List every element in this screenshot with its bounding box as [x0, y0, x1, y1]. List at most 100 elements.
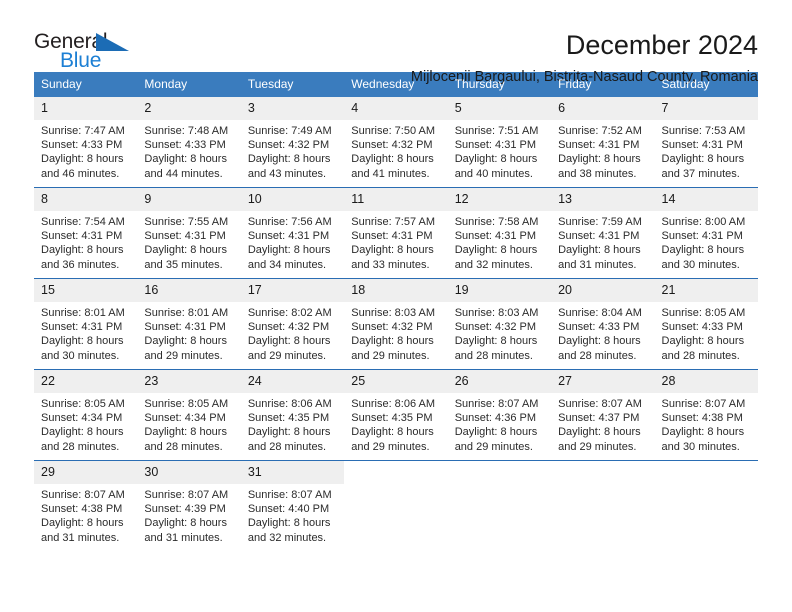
calendar-day-cell[interactable]: 20 Sunrise: 8:04 AM Sunset: 4:33 PM Dayligh…: [551, 278, 655, 370]
sunset-time: Sunset: 4:39 PM: [144, 503, 226, 516]
sunrise-time: Sunrise: 8:03 AM: [351, 307, 436, 319]
day-details: Sunrise: 7:48 AM Sunset: 4:33 PM Daylight:…: [137, 120, 240, 181]
daylight-duration-line2: and 28 minutes.: [661, 349, 740, 362]
calendar-day-cell[interactable]: 3 Sunrise: 7:49 AM Sunset: 4:32 PM Daylight…: [240, 97, 345, 188]
calendar-day-cell[interactable]: 9 Sunrise: 7:55 AM Sunset: 4:31 PM Daylight…: [137, 187, 241, 279]
calendar-day-cell[interactable]: 27 Sunrise: 8:07 AM Sunset: 4:37 PM Dayligh…: [551, 369, 655, 461]
calendar-day-cell[interactable]: 25 Sunrise: 8:06 AM Sunset: 4:35 PM Dayligh…: [344, 369, 448, 461]
daylight-duration-line2: and 29 minutes.: [144, 349, 223, 362]
calendar-day-cell[interactable]: 17 Sunrise: 8:02 AM Sunset: 4:32 PM Dayligh…: [240, 278, 345, 370]
day-details: Sunrise: 7:49 AM Sunset: 4:32 PM Daylight:…: [241, 120, 344, 181]
daylight-duration-line1: Daylight: 8 hours: [351, 426, 434, 439]
day-details: [448, 484, 551, 488]
day-details: Sunrise: 7:57 AM Sunset: 4:31 PM Daylight:…: [344, 211, 447, 272]
day-number: 17: [240, 279, 345, 302]
calendar-day-cell[interactable]: 26 Sunrise: 8:07 AM Sunset: 4:36 PM Dayligh…: [447, 369, 552, 461]
calendar-day-cell[interactable]: 4 Sunrise: 7:50 AM Sunset: 4:32 PM Daylight…: [344, 97, 448, 188]
day-details: Sunrise: 7:51 AM Sunset: 4:31 PM Daylight:…: [448, 120, 551, 181]
calendar-day-cell[interactable]: 7 Sunrise: 7:53 AM Sunset: 4:31 PM Daylight…: [654, 97, 758, 188]
daylight-duration-line1: Daylight: 8 hours: [661, 153, 745, 166]
sunrise-time: Sunrise: 7:56 AM: [247, 216, 332, 228]
daylight-duration-line1: Daylight: 8 hours: [144, 244, 227, 257]
sunrise-time: Sunrise: 8:04 AM: [558, 307, 642, 319]
daylight-duration-line1: Daylight: 8 hours: [144, 426, 227, 439]
day-number: 14: [654, 188, 758, 211]
sunset-time: Sunset: 4:32 PM: [454, 321, 537, 334]
daylight-duration-line1: Daylight: 8 hours: [247, 517, 331, 530]
daylight-duration-line2: and 36 minutes.: [41, 258, 120, 271]
calendar-day-cell[interactable]: 10 Sunrise: 7:56 AM Sunset: 4:31 PM Dayligh…: [240, 187, 345, 279]
day-cell-inner: 1 Sunrise: 7:47 AM Sunset: 4:33 PM Daylight…: [34, 97, 138, 187]
day-cell-inner: 21 Sunrise: 8:05 AM Sunset: 4:33 PM Dayligh…: [654, 279, 758, 369]
day-cell-inner: 12 Sunrise: 7:58 AM Sunset: 4:31 PM Dayligh…: [447, 188, 552, 278]
calendar-body: 1 Sunrise: 7:47 AM Sunset: 4:33 PM Daylight…: [34, 97, 758, 551]
calendar-day-cell[interactable]: 12 Sunrise: 7:58 AM Sunset: 4:31 PM Dayligh…: [447, 187, 552, 279]
calendar-day-cell[interactable]: 2 Sunrise: 7:48 AM Sunset: 4:33 PM Daylight…: [137, 97, 241, 188]
daylight-duration-line2: and 29 minutes.: [351, 349, 430, 362]
day-number: 15: [34, 279, 138, 302]
calendar-day-cell[interactable]: 13 Sunrise: 7:59 AM Sunset: 4:31 PM Dayligh…: [551, 187, 655, 279]
calendar-day-cell[interactable]: 24 Sunrise: 8:06 AM Sunset: 4:35 PM Dayligh…: [240, 369, 345, 461]
day-details: [344, 484, 447, 488]
calendar-day-cell[interactable]: 6 Sunrise: 7:52 AM Sunset: 4:31 PM Daylight…: [551, 97, 655, 188]
day-cell-inner: 8 Sunrise: 7:54 AM Sunset: 4:31 PM Daylight…: [34, 188, 138, 278]
calendar-day-cell[interactable]: 11 Sunrise: 7:57 AM Sunset: 4:31 PM Dayligh…: [344, 187, 448, 279]
calendar-day-cell[interactable]: 15 Sunrise: 8:01 AM Sunset: 4:31 PM Dayligh…: [34, 278, 138, 370]
calendar-day-cell[interactable]: 1 Sunrise: 7:47 AM Sunset: 4:33 PM Daylight…: [34, 97, 138, 188]
day-details: Sunrise: 8:07 AM Sunset: 4:39 PM Daylight:…: [137, 484, 240, 545]
sunset-time: Sunset: 4:37 PM: [558, 412, 640, 425]
sunrise-time: Sunrise: 8:02 AM: [247, 307, 332, 319]
daylight-duration-line2: and 46 minutes.: [41, 167, 120, 180]
calendar-day-cell-empty: [344, 460, 448, 551]
day-number: 1: [34, 97, 138, 120]
calendar-day-cell[interactable]: 18 Sunrise: 8:03 AM Sunset: 4:32 PM Dayligh…: [344, 278, 448, 370]
calendar-day-cell[interactable]: 5 Sunrise: 7:51 AM Sunset: 4:31 PM Daylight…: [447, 97, 552, 188]
calendar-day-cell[interactable]: 14 Sunrise: 8:00 AM Sunset: 4:31 PM Dayligh…: [654, 187, 758, 279]
sunrise-time: Sunrise: 8:07 AM: [661, 398, 746, 410]
daylight-duration-line2: and 37 minutes.: [661, 167, 740, 180]
calendar-day-cell[interactable]: 31 Sunrise: 8:07 AM Sunset: 4:40 PM Dayligh…: [240, 460, 345, 551]
calendar-day-cell[interactable]: 28 Sunrise: 8:07 AM Sunset: 4:38 PM Dayligh…: [654, 369, 758, 461]
day-details: Sunrise: 8:06 AM Sunset: 4:35 PM Daylight:…: [241, 393, 344, 454]
daylight-duration-line2: and 33 minutes.: [351, 258, 430, 271]
calendar-day-cell[interactable]: 23 Sunrise: 8:05 AM Sunset: 4:34 PM Dayligh…: [137, 369, 241, 461]
calendar-day-cell[interactable]: 19 Sunrise: 8:03 AM Sunset: 4:32 PM Dayligh…: [447, 278, 552, 370]
sunset-time: Sunset: 4:31 PM: [247, 230, 330, 243]
calendar-day-cell[interactable]: 16 Sunrise: 8:01 AM Sunset: 4:31 PM Dayligh…: [137, 278, 241, 370]
day-number: 23: [137, 370, 241, 393]
day-cell-inner: 25 Sunrise: 8:06 AM Sunset: 4:35 PM Dayligh…: [344, 370, 448, 460]
sunrise-time: Sunrise: 7:52 AM: [558, 125, 642, 137]
day-details: Sunrise: 7:58 AM Sunset: 4:31 PM Daylight:…: [448, 211, 551, 272]
day-cell-inner: 3 Sunrise: 7:49 AM Sunset: 4:32 PM Daylight…: [240, 97, 345, 187]
sunset-time: Sunset: 4:31 PM: [454, 230, 537, 243]
daylight-duration-line2: and 28 minutes.: [144, 440, 223, 453]
sunset-time: Sunset: 4:31 PM: [661, 139, 743, 152]
generalblue-logo[interactable]: General Blue: [34, 30, 154, 76]
daylight-duration-line1: Daylight: 8 hours: [661, 426, 745, 439]
day-cell-inner: 6 Sunrise: 7:52 AM Sunset: 4:31 PM Daylight…: [551, 97, 655, 187]
day-number: 21: [654, 279, 758, 302]
day-number: 29: [34, 461, 138, 484]
sunrise-time: Sunrise: 7:48 AM: [144, 125, 229, 137]
calendar-day-cell[interactable]: 30 Sunrise: 8:07 AM Sunset: 4:39 PM Dayligh…: [137, 460, 241, 551]
day-number: [448, 461, 551, 484]
calendar-day-cell[interactable]: 29 Sunrise: 8:07 AM Sunset: 4:38 PM Dayligh…: [34, 460, 138, 551]
day-details: Sunrise: 8:01 AM Sunset: 4:31 PM Daylight:…: [34, 302, 137, 363]
calendar-day-cell[interactable]: 22 Sunrise: 8:05 AM Sunset: 4:34 PM Dayligh…: [34, 369, 138, 461]
daylight-duration-line1: Daylight: 8 hours: [661, 244, 745, 257]
day-details: Sunrise: 8:04 AM Sunset: 4:33 PM Daylight:…: [551, 302, 654, 363]
calendar-week-row: 1 Sunrise: 7:47 AM Sunset: 4:33 PM Daylight…: [34, 97, 758, 188]
calendar-week-row: 29 Sunrise: 8:07 AM Sunset: 4:38 PM Dayligh…: [34, 460, 758, 551]
day-cell-inner: 29 Sunrise: 8:07 AM Sunset: 4:38 PM Dayligh…: [34, 461, 138, 551]
calendar-day-cell[interactable]: 21 Sunrise: 8:05 AM Sunset: 4:33 PM Dayligh…: [654, 278, 758, 370]
page-title: December 2024: [565, 30, 758, 60]
day-details: Sunrise: 8:07 AM Sunset: 4:37 PM Daylight:…: [551, 393, 654, 454]
day-number: 20: [551, 279, 655, 302]
sunrise-time: Sunrise: 7:53 AM: [661, 125, 746, 137]
sunrise-time: Sunrise: 8:01 AM: [41, 307, 125, 319]
calendar-day-cell[interactable]: 8 Sunrise: 7:54 AM Sunset: 4:31 PM Daylight…: [34, 187, 138, 279]
daylight-duration-line2: and 28 minutes.: [454, 349, 533, 362]
daylight-duration-line2: and 35 minutes.: [144, 258, 223, 271]
day-details: Sunrise: 8:00 AM Sunset: 4:31 PM Daylight:…: [655, 211, 758, 272]
daylight-duration-line1: Daylight: 8 hours: [247, 426, 331, 439]
